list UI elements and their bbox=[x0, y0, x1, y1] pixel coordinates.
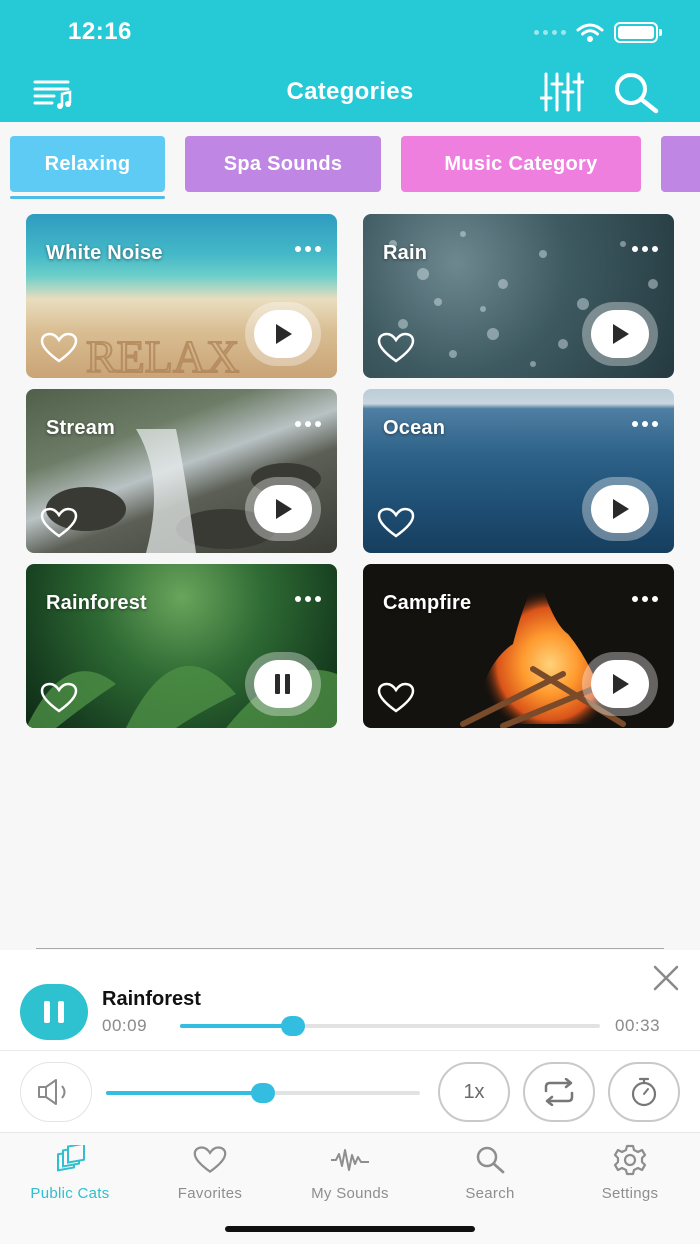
svg-text:RELAX: RELAX bbox=[86, 331, 239, 378]
player-row-divider bbox=[0, 1050, 700, 1051]
more-options-icon[interactable] bbox=[295, 596, 321, 602]
more-options-icon[interactable] bbox=[295, 246, 321, 252]
play-button[interactable] bbox=[582, 477, 658, 541]
category-tab-strip[interactable]: Relaxing Spa Sounds Music Category bbox=[0, 122, 700, 202]
cellular-signal-icon bbox=[534, 30, 566, 35]
favorite-heart-icon[interactable] bbox=[40, 507, 78, 539]
sound-card-campfire[interactable]: Campfire bbox=[363, 564, 674, 728]
more-options-icon[interactable] bbox=[295, 421, 321, 427]
card-title: Ocean bbox=[383, 417, 446, 439]
repeat-button[interactable] bbox=[523, 1062, 595, 1122]
volume-fill bbox=[106, 1091, 263, 1095]
total-time: 00:33 bbox=[615, 1016, 661, 1035]
play-button[interactable] bbox=[582, 652, 658, 716]
favorite-heart-icon[interactable] bbox=[377, 332, 415, 364]
sound-card-white-noise[interactable]: RELAX White Noise bbox=[26, 214, 337, 378]
volume-knob[interactable] bbox=[251, 1083, 275, 1103]
progress-knob[interactable] bbox=[281, 1016, 306, 1036]
tab-next-partial[interactable] bbox=[661, 136, 700, 192]
tabbar-label: Public Cats bbox=[30, 1185, 110, 1202]
playback-speed-button[interactable]: 1x bbox=[438, 1062, 510, 1122]
tab-music-category[interactable]: Music Category bbox=[401, 136, 641, 192]
search-icon bbox=[476, 1146, 505, 1174]
pause-button[interactable] bbox=[245, 652, 321, 716]
tabbar-label: Settings bbox=[601, 1185, 659, 1202]
tabbar-search[interactable]: Search bbox=[420, 1143, 560, 1202]
page-title: Categories bbox=[286, 78, 414, 105]
card-title: Rain bbox=[383, 242, 428, 264]
timer-icon bbox=[631, 1077, 657, 1107]
play-icon bbox=[613, 674, 629, 694]
tabbar-my-sounds[interactable]: My Sounds bbox=[280, 1143, 420, 1202]
app-header: 12:16 Categories bbox=[0, 0, 700, 122]
play-button[interactable] bbox=[582, 302, 658, 366]
tab-relaxing[interactable]: Relaxing bbox=[10, 136, 165, 192]
favorite-heart-icon[interactable] bbox=[377, 682, 415, 714]
favorite-heart-icon[interactable] bbox=[377, 507, 415, 539]
waveform-icon bbox=[331, 1149, 369, 1171]
status-indicators bbox=[534, 22, 662, 43]
favorite-heart-icon[interactable] bbox=[40, 682, 78, 714]
status-time: 12:16 bbox=[68, 18, 132, 45]
card-title: White Noise bbox=[46, 242, 163, 264]
play-button[interactable] bbox=[245, 302, 321, 366]
pause-icon bbox=[275, 674, 290, 694]
heart-icon bbox=[193, 1146, 227, 1174]
wifi-icon bbox=[576, 23, 604, 42]
tabbar-favorites[interactable]: Favorites bbox=[140, 1143, 280, 1202]
tabbar-public-cats[interactable]: Public Cats bbox=[0, 1143, 140, 1202]
play-icon bbox=[276, 499, 292, 519]
sound-card-rain[interactable]: Rain bbox=[363, 214, 674, 378]
search-icon[interactable] bbox=[612, 70, 660, 114]
repeat-icon bbox=[544, 1078, 574, 1106]
card-title: Rainforest bbox=[46, 592, 147, 614]
more-options-icon[interactable] bbox=[632, 596, 658, 602]
progress-fill bbox=[180, 1024, 294, 1028]
gear-icon bbox=[613, 1144, 647, 1176]
play-icon bbox=[613, 499, 629, 519]
sound-card-stream[interactable]: Stream bbox=[26, 389, 337, 553]
play-icon bbox=[613, 324, 629, 344]
now-playing-title: Rainforest bbox=[102, 988, 201, 1010]
play-button[interactable] bbox=[245, 477, 321, 541]
player-pause-button[interactable] bbox=[20, 984, 88, 1040]
volume-button[interactable] bbox=[20, 1062, 92, 1122]
mini-player: Rainforest 00:09 00:33 1x bbox=[0, 950, 700, 1132]
tabbar-settings[interactable]: Settings bbox=[560, 1143, 700, 1202]
sound-card-rainforest[interactable]: Rainforest bbox=[26, 564, 337, 728]
sound-card-ocean[interactable]: Ocean bbox=[363, 389, 674, 553]
mixer-sliders-icon[interactable] bbox=[540, 70, 584, 114]
more-options-icon[interactable] bbox=[632, 421, 658, 427]
card-title: Stream bbox=[46, 417, 116, 439]
progress-slider[interactable] bbox=[180, 1024, 600, 1028]
more-options-icon[interactable] bbox=[632, 246, 658, 252]
battery-icon bbox=[614, 22, 662, 43]
layers-icon bbox=[57, 1145, 85, 1172]
play-icon bbox=[276, 324, 292, 344]
close-icon[interactable] bbox=[652, 964, 680, 992]
speaker-icon bbox=[38, 1079, 66, 1105]
sleep-timer-button[interactable] bbox=[608, 1062, 680, 1122]
elapsed-time: 00:09 bbox=[102, 1016, 148, 1035]
tab-spa-sounds[interactable]: Spa Sounds bbox=[185, 136, 381, 192]
tabbar-label: Favorites bbox=[177, 1185, 243, 1202]
player-top-divider bbox=[36, 948, 664, 949]
tabbar-label: Search bbox=[465, 1185, 515, 1202]
tabbar-label: My Sounds bbox=[311, 1185, 389, 1202]
favorite-heart-icon[interactable] bbox=[40, 332, 78, 364]
card-title: Campfire bbox=[383, 592, 472, 614]
selected-tab-indicator bbox=[10, 196, 165, 199]
home-indicator bbox=[225, 1226, 475, 1232]
